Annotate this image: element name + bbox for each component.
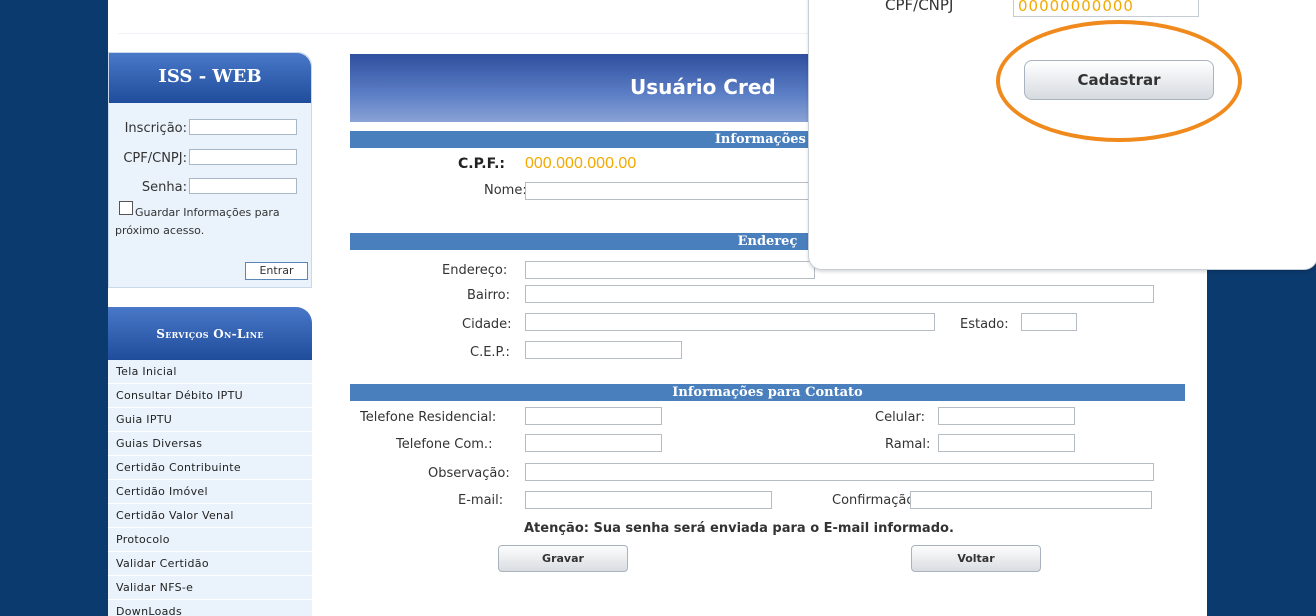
page-canvas: ISS - WEB Inscrição: CPF/CNPJ: Senha: Gu… xyxy=(108,0,1316,616)
bairro-input[interactable] xyxy=(525,285,1154,303)
senha-label: Senha: xyxy=(141,180,187,195)
nome-label: Nome: xyxy=(484,183,527,198)
services-title: Serviços On-Line xyxy=(108,307,312,360)
inscricao-row: Inscrição: xyxy=(109,119,309,136)
cpfcnpj-input[interactable] xyxy=(189,149,297,165)
tel-res-input[interactable] xyxy=(525,407,662,425)
tel-com-label: Telefone Com.: xyxy=(396,437,493,452)
senha-row: Senha: xyxy=(109,178,309,195)
cpfcnpj-row: CPF/CNPJ: xyxy=(109,149,309,166)
service-item-certidao-imovel[interactable]: Certidão Imóvel xyxy=(108,480,312,504)
service-item-certidao-valor-venal[interactable]: Certidão Valor Venal xyxy=(108,504,312,528)
senha-input[interactable] xyxy=(189,178,297,194)
confirm-input[interactable] xyxy=(910,491,1152,509)
popup-cpfcnpj-label: CPF/CNPJ xyxy=(885,0,954,14)
tel-com-input[interactable] xyxy=(525,434,662,452)
obs-label: Observação: xyxy=(428,466,510,481)
service-item-guias-diversas[interactable]: Guias Diversas xyxy=(108,432,312,456)
service-item-downloads[interactable]: DownLoads xyxy=(108,600,312,616)
services-list: Tela Inicial Consultar Débito IPTU Guia … xyxy=(108,360,312,616)
cpf-label: C.P.F.: xyxy=(458,156,506,172)
highlight-circle xyxy=(996,20,1242,142)
cep-input[interactable] xyxy=(525,341,682,359)
inscricao-input[interactable] xyxy=(189,119,297,135)
estado-input[interactable] xyxy=(1021,313,1077,331)
cidade-input[interactable] xyxy=(525,313,935,331)
ramal-label: Ramal: xyxy=(885,437,931,452)
service-item-validar-nfse[interactable]: Validar NFS-e xyxy=(108,576,312,600)
ramal-input[interactable] xyxy=(938,434,1075,452)
service-item-certidao-contribuinte[interactable]: Certidão Contribuinte xyxy=(108,456,312,480)
popup-cpfcnpj-input[interactable]: 00000000000 xyxy=(1013,0,1199,17)
entrar-button[interactable]: Entrar xyxy=(245,262,308,280)
endereco-input[interactable] xyxy=(525,261,815,279)
inscricao-label: Inscrição: xyxy=(124,121,187,136)
gravar-button[interactable]: Gravar xyxy=(498,545,628,572)
voltar-button[interactable]: Voltar xyxy=(911,545,1041,572)
service-item-guia-iptu[interactable]: Guia IPTU xyxy=(108,408,312,432)
confirm-label: Confirmação: xyxy=(832,493,919,508)
login-title: ISS - WEB xyxy=(109,53,311,103)
tel-res-label: Telefone Residencial: xyxy=(360,410,497,425)
warning-text: Atenção: Sua senha será enviada para o E… xyxy=(524,521,954,536)
service-item-consultar-debito[interactable]: Consultar Débito IPTU xyxy=(108,384,312,408)
cpf-value: 000.000.000.00 xyxy=(525,155,637,172)
estado-label: Estado: xyxy=(960,317,1009,332)
cep-label: C.E.P.: xyxy=(470,345,510,360)
celular-label: Celular: xyxy=(875,410,926,425)
remember-label: Guardar Informações para próximo acesso. xyxy=(115,206,280,237)
cidade-label: Cidade: xyxy=(462,317,512,332)
login-panel: ISS - WEB Inscrição: CPF/CNPJ: Senha: Gu… xyxy=(108,52,312,288)
left-border xyxy=(0,0,108,616)
celular-input[interactable] xyxy=(938,407,1075,425)
service-item-validar-certidao[interactable]: Validar Certidão xyxy=(108,552,312,576)
page-title: Usuário Cred xyxy=(630,75,776,99)
cpfcnpj-label: CPF/CNPJ: xyxy=(123,151,187,166)
endereco-label: Endereço: xyxy=(442,263,508,278)
obs-input[interactable] xyxy=(525,463,1154,481)
email-input[interactable] xyxy=(525,491,772,509)
nome-input[interactable] xyxy=(525,182,815,200)
section-contato: Informações para Contato xyxy=(350,384,1185,401)
service-item-tela-inicial[interactable]: Tela Inicial xyxy=(108,360,312,384)
email-label: E-mail: xyxy=(458,493,504,508)
bairro-label: Bairro: xyxy=(467,288,511,303)
service-item-protocolo[interactable]: Protocolo xyxy=(108,528,312,552)
